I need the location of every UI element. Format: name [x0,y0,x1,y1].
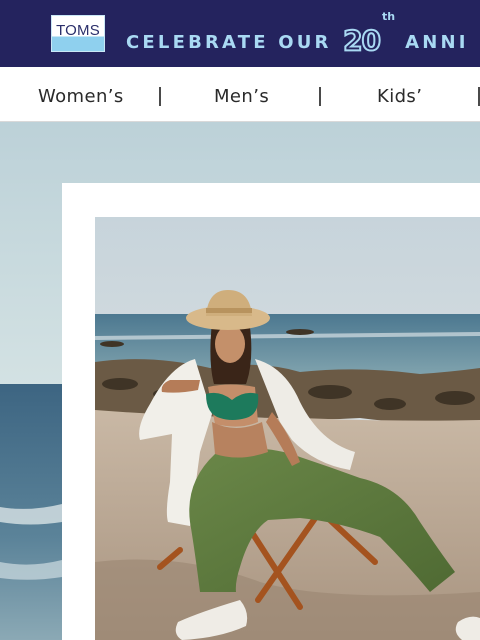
nav-item-mens[interactable]: Men’s [214,86,269,107]
logo-text: TOMS [56,22,100,39]
nav-divider [319,87,321,106]
nav-item-kids[interactable]: Kids’ [377,86,422,107]
hero-banner[interactable] [0,122,480,640]
beach-photo [95,217,480,640]
anniversary-ordinal: th [382,10,396,23]
promo-text-after: ANNI [405,32,469,53]
promo-message: CELEBRATE OUR 20th ANNI [126,10,469,58]
nav-item-womens[interactable]: Women’s [38,86,124,107]
category-nav: Women’s Men’s Kids’ [0,67,480,122]
hero-image [0,122,480,640]
promo-text-before: CELEBRATE OUR [126,32,332,53]
anniversary-number: 20 [342,23,382,58]
toms-logo[interactable]: TOMS [51,15,105,52]
promo-banner[interactable]: TOMS CELEBRATE OUR 20th ANNI [0,0,480,67]
nav-divider [159,87,161,106]
